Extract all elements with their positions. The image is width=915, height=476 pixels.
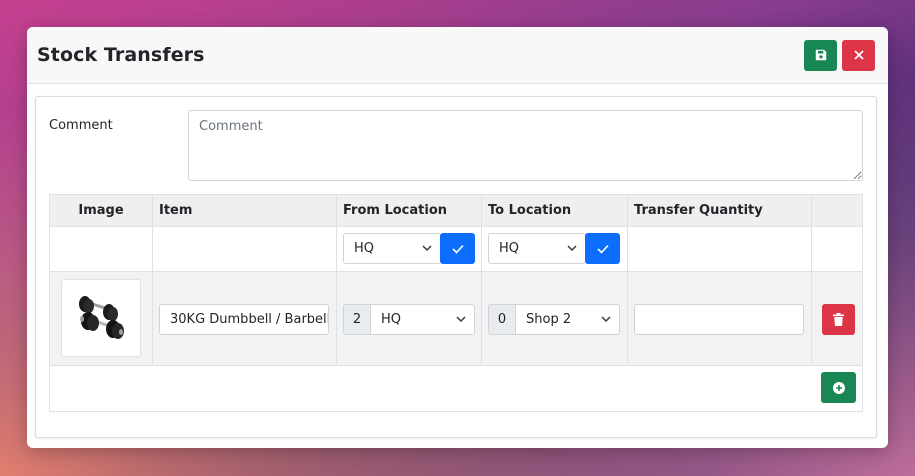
stock-transfers-modal: Stock Transfers Comment Image Item From …: [27, 27, 888, 448]
plus-circle-icon: [832, 381, 845, 394]
column-header-transfer-quantity: Transfer Quantity: [628, 195, 812, 226]
close-button[interactable]: [842, 39, 875, 71]
column-header-actions: [812, 195, 862, 226]
from-location-value: HQ: [381, 312, 402, 327]
to-location-select[interactable]: Shop 2: [516, 304, 620, 335]
item-name-input[interactable]: 30KG Dumbbell / Barbell: [159, 304, 329, 335]
transfer-quantity-input[interactable]: [634, 304, 804, 335]
column-header-to-location: To Location: [482, 195, 628, 226]
table-footer-row: [50, 366, 862, 411]
transfer-items-table: Image Item From Location To Location Tra…: [49, 194, 863, 412]
check-icon: [451, 244, 464, 254]
trash-icon: [833, 313, 844, 326]
column-header-from-location: From Location: [337, 195, 482, 226]
bulk-from-location-select[interactable]: HQ: [343, 233, 441, 264]
bulk-to-location-value: HQ: [499, 241, 520, 256]
table-header-row: Image Item From Location To Location Tra…: [50, 195, 862, 227]
dumbbell-icon: [79, 296, 124, 339]
bulk-location-row: HQ HQ: [50, 227, 862, 272]
from-location-select[interactable]: HQ: [371, 304, 475, 335]
modal-title: Stock Transfers: [37, 44, 205, 66]
bulk-from-location-value: HQ: [354, 241, 375, 256]
close-x-icon: [854, 50, 863, 60]
chevron-down-icon: [456, 316, 466, 323]
add-row-button[interactable]: [821, 372, 856, 403]
check-icon: [596, 244, 609, 254]
delete-row-button[interactable]: [822, 304, 855, 335]
floppy-disk-icon: [815, 49, 826, 61]
apply-to-location-button[interactable]: [585, 233, 620, 264]
modal-header: Stock Transfers: [27, 27, 888, 84]
bulk-to-location-select[interactable]: HQ: [488, 233, 586, 264]
chevron-down-icon: [422, 245, 432, 252]
to-location-value: Shop 2: [526, 312, 572, 327]
column-header-image: Image: [50, 195, 153, 226]
column-header-item: Item: [153, 195, 337, 226]
dumbbell-product-image: [61, 279, 141, 357]
chevron-down-icon: [601, 316, 611, 323]
save-button[interactable]: [804, 39, 837, 71]
to-stock-quantity: 0: [488, 304, 516, 335]
transfer-form-card: Comment Image Item From Location To Loca…: [35, 96, 877, 438]
comment-input[interactable]: [188, 110, 863, 181]
apply-from-location-button[interactable]: [440, 233, 475, 264]
table-row: 30KG Dumbbell / Barbell 2 HQ 0 Shop 2: [50, 272, 862, 366]
comment-label: Comment: [49, 118, 113, 133]
from-stock-quantity: 2: [343, 304, 371, 335]
chevron-down-icon: [567, 245, 577, 252]
